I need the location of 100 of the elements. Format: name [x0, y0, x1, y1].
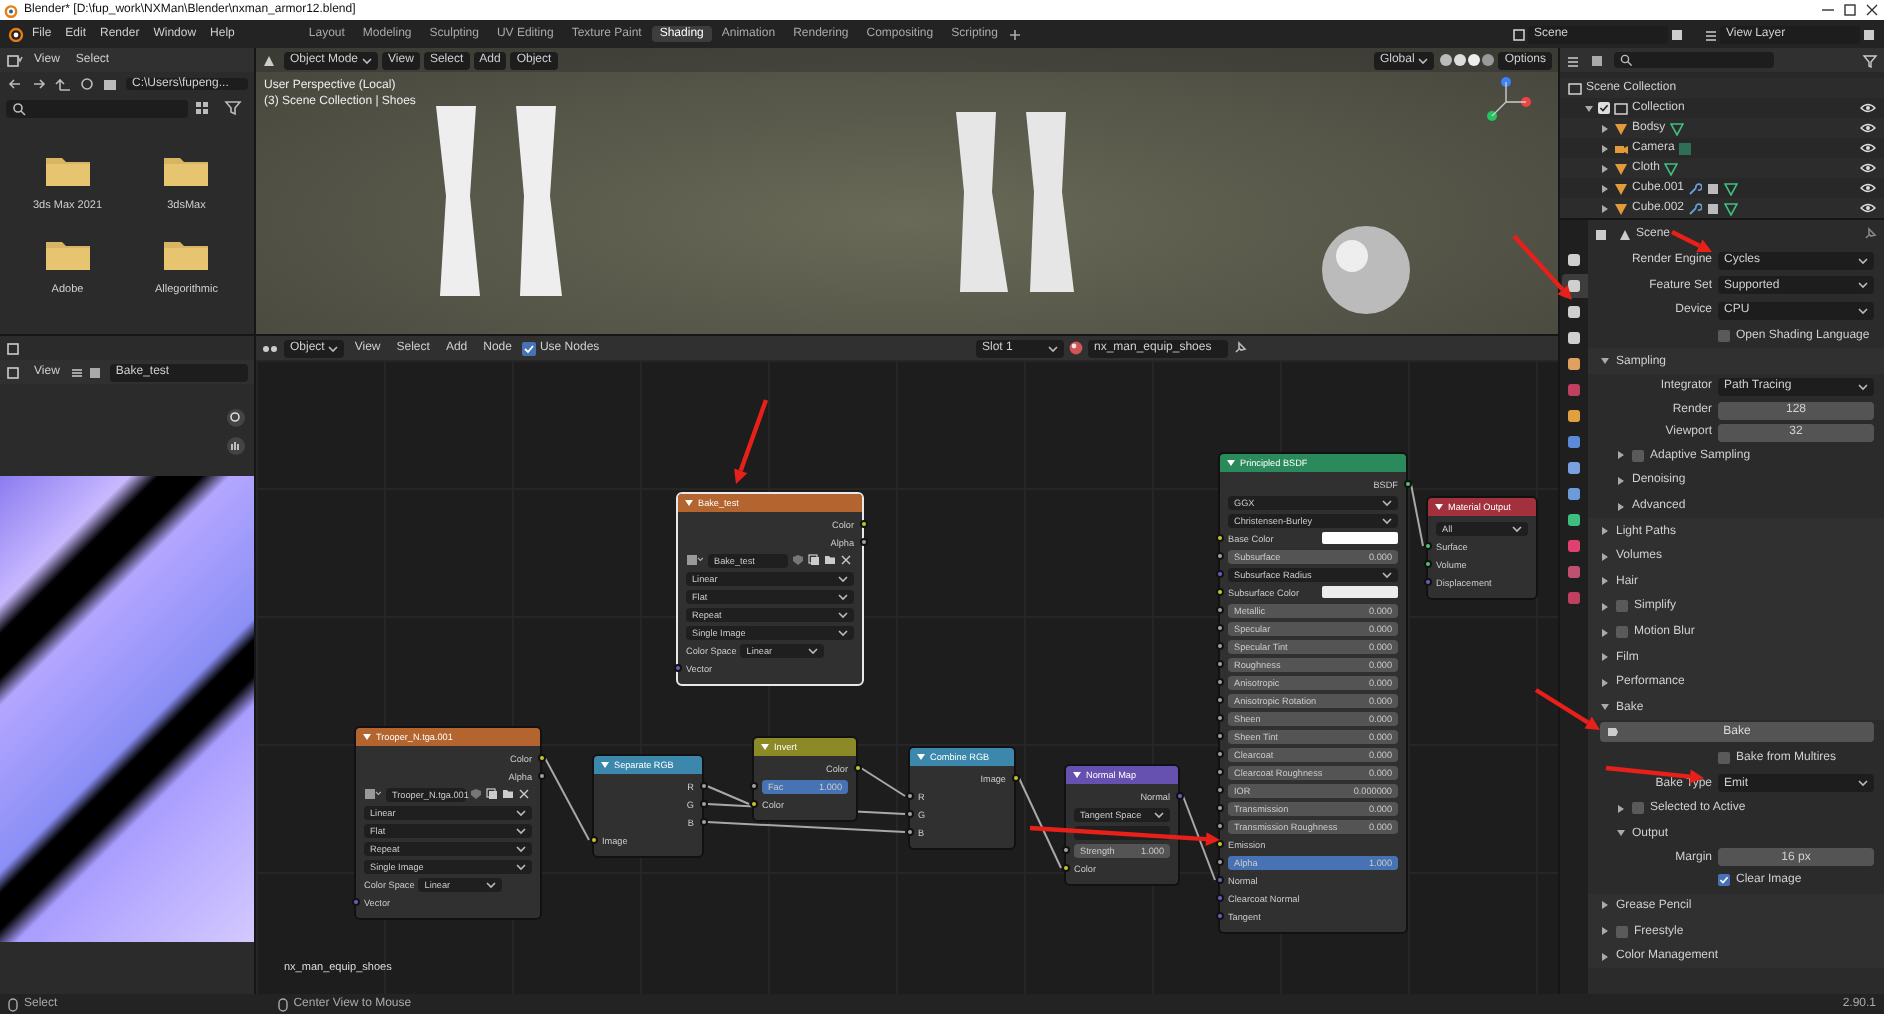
disclosure-triangle-icon[interactable]: [1600, 356, 1610, 367]
socket[interactable]: [1215, 804, 1223, 812]
socket[interactable]: [1011, 774, 1019, 782]
image-browse-icon[interactable]: [87, 365, 106, 379]
socket[interactable]: [699, 800, 707, 808]
menu-icon[interactable]: [69, 365, 84, 379]
disclosure-triangle-icon[interactable]: [1600, 926, 1610, 937]
socket[interactable]: [1215, 858, 1223, 866]
minimize-icon[interactable]: [1820, 4, 1836, 16]
socket[interactable]: [1215, 660, 1223, 668]
disclosure-triangle-icon[interactable]: [1616, 828, 1626, 839]
disclosure-triangle-icon[interactable]: [1616, 450, 1626, 461]
disclosure-triangle-icon[interactable]: [1600, 702, 1610, 713]
checkbox[interactable]: [1616, 925, 1628, 938]
socket[interactable]: [859, 520, 867, 528]
editor-type-icon[interactable]: [6, 53, 24, 67]
shading-modes-icon[interactable]: [1438, 52, 1495, 68]
color-swatch[interactable]: [1321, 532, 1398, 544]
disclosure-triangle-icon[interactable]: [1600, 601, 1610, 612]
new-scene-icon[interactable]: [1670, 27, 1684, 41]
eye-icon[interactable]: [1860, 182, 1876, 194]
socket[interactable]: [1423, 560, 1431, 568]
layers-icon[interactable]: [1704, 27, 1718, 41]
socket[interactable]: [1061, 846, 1069, 854]
eye-icon[interactable]: [1860, 122, 1876, 134]
search-field[interactable]: [6, 99, 188, 117]
socket[interactable]: [537, 754, 545, 762]
disclosure-triangle-icon[interactable]: [1600, 163, 1610, 173]
socket[interactable]: [1215, 534, 1223, 542]
parent-folder-icon[interactable]: [54, 76, 72, 92]
disclosure-triangle-icon[interactable]: [1600, 951, 1610, 962]
eye-icon[interactable]: [1860, 202, 1876, 214]
socket[interactable]: [1403, 480, 1411, 488]
disclosure-triangle-icon[interactable]: [1600, 203, 1610, 213]
socket[interactable]: [1215, 606, 1223, 614]
checkbox[interactable]: [1616, 626, 1628, 639]
folder-icon[interactable]: [162, 152, 211, 188]
disclosure-triangle-icon[interactable]: [1600, 900, 1610, 911]
eye-icon[interactable]: [1860, 102, 1876, 114]
editor-type-icon[interactable]: [262, 341, 280, 355]
eye-icon[interactable]: [1860, 162, 1876, 174]
folder-icon[interactable]: [43, 152, 92, 188]
disclosure-triangle-icon[interactable]: [1600, 677, 1610, 688]
image-icon[interactable]: [364, 788, 382, 800]
socket[interactable]: [749, 782, 757, 790]
socket[interactable]: [1215, 822, 1223, 830]
socket[interactable]: [699, 818, 707, 826]
back-arrow-icon[interactable]: [6, 76, 24, 92]
eye-icon[interactable]: [1860, 142, 1876, 154]
socket[interactable]: [749, 800, 757, 808]
disclosure-triangle-icon[interactable]: [1600, 551, 1610, 562]
checkbox[interactable]: [1598, 102, 1610, 114]
socket[interactable]: [1423, 542, 1431, 550]
socket[interactable]: [1061, 864, 1069, 872]
material-icon[interactable]: [1068, 340, 1084, 356]
socket[interactable]: [905, 810, 913, 818]
disclosure-triangle-icon[interactable]: [1600, 183, 1610, 193]
close-icon[interactable]: [1864, 4, 1880, 16]
folder-icon[interactable]: [162, 236, 211, 272]
disclosure-triangle-icon[interactable]: [1600, 652, 1610, 663]
disclosure-triangle-icon[interactable]: [1600, 576, 1610, 587]
forward-arrow-icon[interactable]: [30, 76, 48, 92]
pin-icon[interactable]: [1232, 340, 1248, 356]
editor-type-icon[interactable]: [6, 341, 24, 355]
search-field[interactable]: [1614, 52, 1774, 68]
zoom-icon[interactable]: [226, 408, 246, 428]
new-layer-icon[interactable]: [1862, 27, 1876, 41]
socket[interactable]: [1215, 768, 1223, 776]
checkbox[interactable]: [1632, 449, 1644, 462]
funnel-icon[interactable]: [1862, 53, 1878, 67]
disclosure-triangle-icon[interactable]: [1616, 803, 1626, 814]
checkbox[interactable]: [1718, 330, 1730, 343]
image-icon[interactable]: [6, 365, 24, 379]
disclosure-triangle-icon[interactable]: [1616, 501, 1626, 512]
socket[interactable]: [1215, 624, 1223, 632]
scene-icon[interactable]: [1512, 27, 1526, 41]
socket[interactable]: [589, 836, 597, 844]
editor-type-icon[interactable]: [262, 53, 280, 67]
socket[interactable]: [1215, 750, 1223, 758]
socket[interactable]: [1215, 714, 1223, 722]
socket[interactable]: [1215, 642, 1223, 650]
refresh-icon[interactable]: [78, 76, 96, 92]
plus-icon[interactable]: [1007, 27, 1022, 41]
checkbox[interactable]: [1616, 600, 1628, 613]
new-folder-icon[interactable]: [102, 76, 120, 92]
image-icon[interactable]: [686, 554, 704, 566]
socket[interactable]: [853, 764, 861, 772]
socket[interactable]: [699, 782, 707, 790]
node-card[interactable]: [1218, 452, 1408, 934]
checkbox[interactable]: [1718, 751, 1730, 764]
pin-icon[interactable]: [1862, 226, 1878, 242]
maximize-icon[interactable]: [1842, 4, 1858, 16]
disclosure-triangle-icon[interactable]: [1600, 526, 1610, 537]
color-swatch[interactable]: [1321, 586, 1398, 598]
socket[interactable]: [859, 538, 867, 546]
hand-icon[interactable]: [226, 436, 246, 456]
socket[interactable]: [1215, 552, 1223, 560]
socket[interactable]: [905, 792, 913, 800]
disclosure-triangle-icon[interactable]: [1600, 123, 1610, 133]
disclosure-triangle-icon[interactable]: [1584, 103, 1594, 113]
